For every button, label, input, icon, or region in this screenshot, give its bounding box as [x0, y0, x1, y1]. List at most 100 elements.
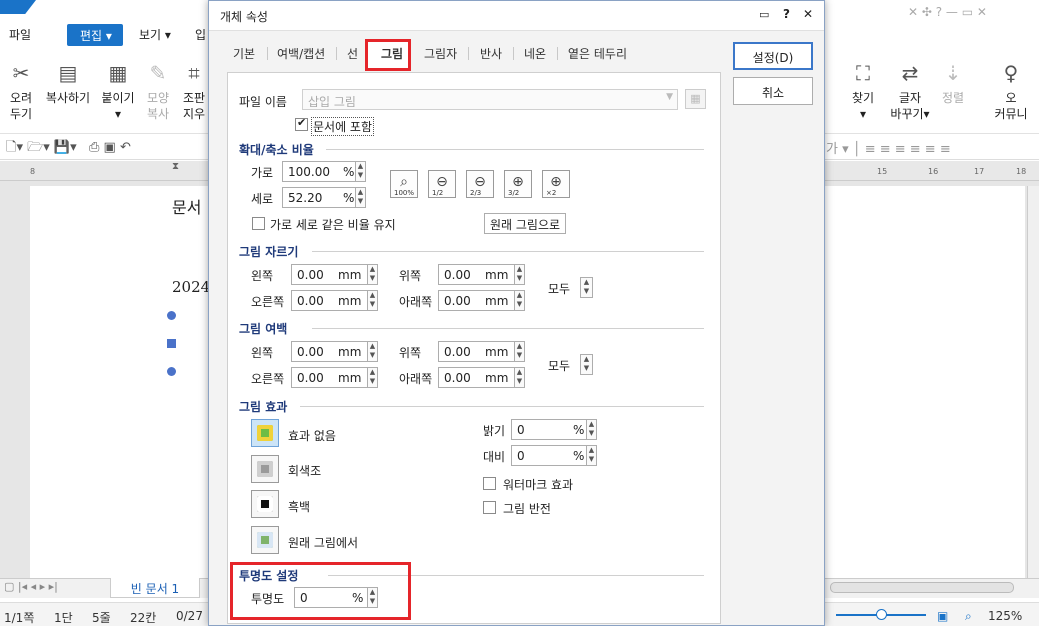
- quick-tool-icons[interactable]: 🗋▾ 🗁▾ 💾▾ ⎙ ▣ ↶: [6, 138, 131, 160]
- spin-arrows-icon[interactable]: ▲ ▼: [367, 341, 378, 362]
- align-button[interactable]: ⇣ 정렬: [938, 60, 968, 106]
- zoom-slider-thumb[interactable]: [876, 609, 887, 620]
- margin-left-input[interactable]: 0.00 mm ▲ ▼: [291, 341, 378, 362]
- spin-arrows-icon[interactable]: ▲ ▼: [355, 161, 366, 182]
- flower-icon: [257, 425, 273, 441]
- fit-page-icon[interactable]: ▣: [937, 609, 948, 623]
- help-icon[interactable]: ?: [783, 7, 790, 21]
- spin-arrows-icon[interactable]: ▲ ▼: [514, 264, 525, 285]
- margin-bottom-input[interactable]: 0.00 mm ▲ ▼: [438, 367, 525, 388]
- spin-arrows-icon[interactable]: ▲ ▼: [367, 290, 378, 311]
- community-button[interactable]: ♀ 오 커뮤니: [988, 60, 1034, 122]
- unit-label: mm: [338, 345, 362, 359]
- cut-button[interactable]: ✂ 오려 두기: [6, 60, 36, 122]
- spin-arrows-icon[interactable]: ▲ ▼: [367, 367, 378, 388]
- unit-label: mm: [485, 371, 509, 385]
- keep-ratio-checkbox[interactable]: [252, 217, 265, 230]
- menu-view[interactable]: 보기 ▾: [139, 26, 171, 43]
- zoom-three-halves-label: 3/2: [508, 189, 520, 197]
- crop-top-input[interactable]: 0.00 mm ▲ ▼: [438, 264, 525, 285]
- menu-input[interactable]: 입: [195, 26, 206, 43]
- file-name-field[interactable]: 삽입 그림 ▼: [302, 89, 678, 110]
- spin-arrows-icon[interactable]: ▲ ▼: [514, 367, 525, 388]
- replace-button[interactable]: ⇄ 글자 바꾸기▾: [888, 60, 932, 122]
- unit-label: %: [573, 423, 585, 437]
- vertical-scrollbar[interactable]: [1027, 186, 1039, 578]
- clear-format-button[interactable]: ⌗ 조판 지우: [180, 60, 208, 122]
- object-properties-dialog: 개체 속성 ▭ ? ✕ 기본 여백/캡션 선 그림 그림자 반사 네온 옅은 테…: [208, 0, 825, 626]
- margin-left-value: 0.00: [297, 345, 324, 359]
- tab-picture[interactable]: 그림: [381, 45, 403, 62]
- crop-bottom-input[interactable]: 0.00 mm ▲ ▼: [438, 290, 525, 311]
- spin-arrows-icon[interactable]: ▲ ▼: [355, 187, 366, 208]
- magnifier-icon: ⌕: [400, 174, 408, 190]
- paragraph-align-icons[interactable]: 가 ▾ │ ≡ ≡ ≡ ≡ ≡ ≡: [826, 138, 951, 157]
- tab-soft-edge[interactable]: 옅은 테두리: [568, 45, 627, 62]
- crop-section-title: 그림 자르기: [239, 245, 299, 259]
- ok-button[interactable]: 설정(D): [733, 42, 813, 70]
- chat-icon[interactable]: ▭: [759, 8, 769, 21]
- embed-checkbox[interactable]: ✔: [295, 116, 308, 131]
- height-scale-input[interactable]: 52.20 % ▲ ▼: [282, 187, 366, 208]
- effect-gray-button[interactable]: [251, 455, 279, 483]
- status-position: 0/27: [176, 609, 203, 623]
- crop-all-spin-icon[interactable]: ▲ ▼: [580, 277, 593, 298]
- crop-left-input[interactable]: 0.00 mm ▲ ▼: [291, 264, 378, 285]
- contrast-input[interactable]: 0 % ▲ ▼: [511, 445, 597, 466]
- tab-separator: [336, 47, 337, 60]
- tab-nav-icons[interactable]: ▢ |◂ ◂ ▸ ▸|: [4, 580, 58, 593]
- browse-file-icon[interactable]: ▦: [685, 89, 706, 109]
- watermark-checkbox[interactable]: [483, 477, 496, 490]
- spin-arrows-icon[interactable]: ▲ ▼: [514, 341, 525, 362]
- crop-bottom-value: 0.00: [444, 294, 471, 308]
- selection-handle[interactable]: [167, 339, 176, 348]
- menu-file[interactable]: 파일: [9, 26, 31, 43]
- format-copy-button[interactable]: ✎ 모양 복사: [143, 60, 173, 122]
- crop-right-input[interactable]: 0.00 mm ▲ ▼: [291, 290, 378, 311]
- close-icon[interactable]: ✕: [803, 7, 813, 21]
- spin-arrows-icon[interactable]: ▲ ▼: [367, 264, 378, 285]
- community-icon: ♀: [1003, 61, 1019, 85]
- selection-handle[interactable]: [167, 367, 176, 376]
- zoom-two-thirds-button[interactable]: ⊖ 2/3: [466, 170, 494, 198]
- doc-text-date: 2024: [172, 278, 211, 296]
- zoom-half-button[interactable]: ⊖ 1/2: [428, 170, 456, 198]
- width-scale-value: 100.00: [288, 165, 330, 179]
- spin-arrows-icon[interactable]: ▲ ▼: [586, 445, 597, 466]
- brightness-input[interactable]: 0 % ▲ ▼: [511, 419, 597, 440]
- tab-margin-caption[interactable]: 여백/캡션: [277, 45, 325, 62]
- paste-button[interactable]: ▦ 붙이기 ▾: [100, 60, 136, 122]
- cancel-button[interactable]: 취소: [733, 77, 813, 105]
- window-controls-icon[interactable]: ✕ ✣ ? — ▭ ✕: [908, 5, 987, 19]
- spin-arrows-icon[interactable]: ▲ ▼: [586, 419, 597, 440]
- spin-arrows-icon[interactable]: ▲ ▼: [514, 290, 525, 311]
- effect-original-button[interactable]: [251, 526, 279, 554]
- crop-left-label: 왼쪽: [251, 269, 274, 283]
- tab-line[interactable]: 선: [347, 45, 358, 62]
- copy-button[interactable]: ▤ 복사하기: [42, 60, 94, 106]
- tab-shadow[interactable]: 그림자: [424, 45, 457, 62]
- original-size-button[interactable]: 원래 그림으로: [484, 213, 566, 234]
- tab-basic[interactable]: 기본: [233, 45, 255, 62]
- zoom-double-button[interactable]: ⊕ ×2: [542, 170, 570, 198]
- tab-neon[interactable]: 네온: [524, 45, 546, 62]
- find-button[interactable]: ⛶ 찾기 ▾: [848, 60, 878, 122]
- menu-edit[interactable]: 편집 ▾: [67, 24, 123, 46]
- margin-top-input[interactable]: 0.00 mm ▲ ▼: [438, 341, 525, 362]
- effect-none-button[interactable]: [251, 419, 279, 447]
- zoom-100-button[interactable]: ⌕ 100%: [390, 170, 418, 198]
- zoom-search-icon[interactable]: ⌕: [965, 609, 972, 624]
- margin-right-input[interactable]: 0.00 mm ▲ ▼: [291, 367, 378, 388]
- invert-checkbox[interactable]: [483, 501, 496, 514]
- zoom-three-halves-button[interactable]: ⊕ 3/2: [504, 170, 532, 198]
- effect-bw-button[interactable]: [251, 490, 279, 518]
- tab-reflection[interactable]: 반사: [480, 45, 502, 62]
- tab-document[interactable]: 빈 문서 1: [110, 578, 200, 598]
- width-scale-input[interactable]: 100.00 % ▲ ▼: [282, 161, 366, 182]
- margin-all-spin-icon[interactable]: ▲ ▼: [580, 354, 593, 375]
- horizontal-scrollbar[interactable]: [830, 582, 1014, 593]
- dialog-title: 개체 속성: [220, 10, 268, 24]
- selection-handle[interactable]: [167, 311, 176, 320]
- ruler-indent-marker[interactable]: ⧗: [172, 161, 179, 172]
- invert-label: 그림 반전: [503, 502, 551, 516]
